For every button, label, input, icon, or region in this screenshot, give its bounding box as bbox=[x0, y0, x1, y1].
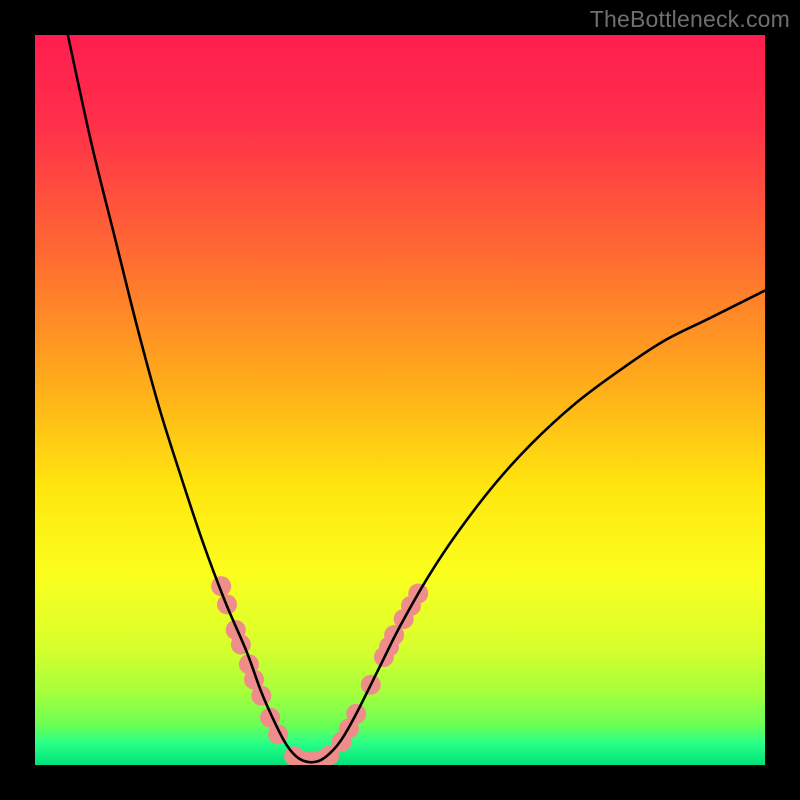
data-markers bbox=[211, 576, 428, 765]
plot-area bbox=[35, 35, 765, 765]
chart-frame: TheBottleneck.com bbox=[0, 0, 800, 800]
curve-layer bbox=[35, 35, 765, 765]
v-curve bbox=[68, 35, 765, 762]
watermark-text: TheBottleneck.com bbox=[590, 6, 790, 33]
